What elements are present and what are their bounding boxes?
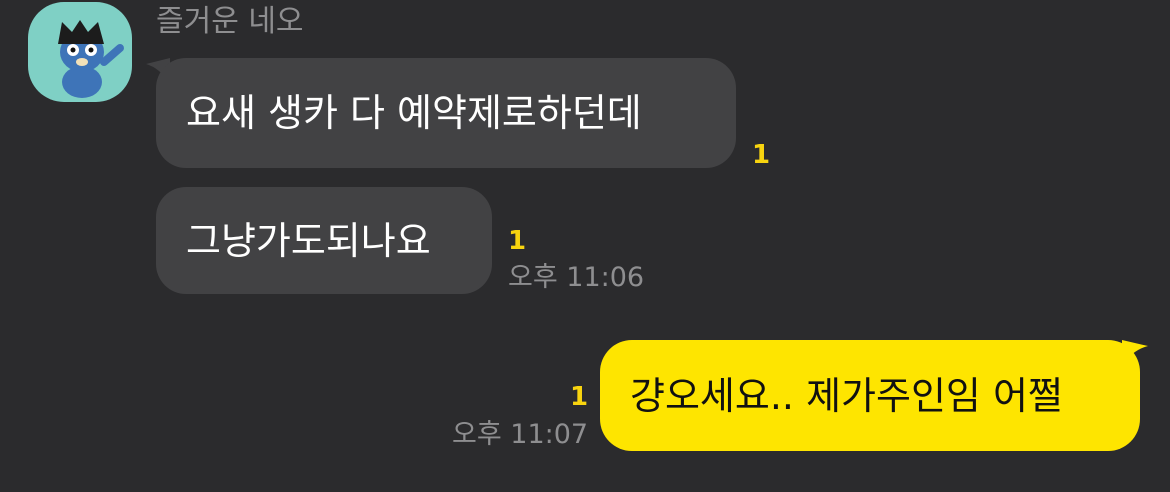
sender-name: 즐거운 네오: [156, 4, 304, 39]
neo-character-icon: [58, 20, 124, 98]
incoming-message-bubble[interactable]: 그냥가도되나요: [156, 187, 492, 294]
message-text: 그냥가도되나요: [186, 218, 431, 263]
message-timestamp: 오후 11:06: [508, 262, 645, 293]
outgoing-message-bubble[interactable]: 걍오세요.. 제가주인임 어쩔: [600, 340, 1140, 451]
sender-avatar[interactable]: [28, 2, 132, 102]
unread-count-badge: 1: [508, 226, 527, 256]
message-timestamp: 오후 11:07: [452, 419, 589, 450]
incoming-message-bubble[interactable]: 요새 생카 다 예약제로하던데: [156, 58, 736, 168]
unread-count-badge: 1: [752, 140, 771, 170]
message-text: 요새 생카 다 예약제로하던데: [186, 91, 642, 135]
unread-count-badge: 1: [570, 382, 589, 412]
message-text: 걍오세요.. 제가주인임 어쩔: [630, 373, 1063, 418]
